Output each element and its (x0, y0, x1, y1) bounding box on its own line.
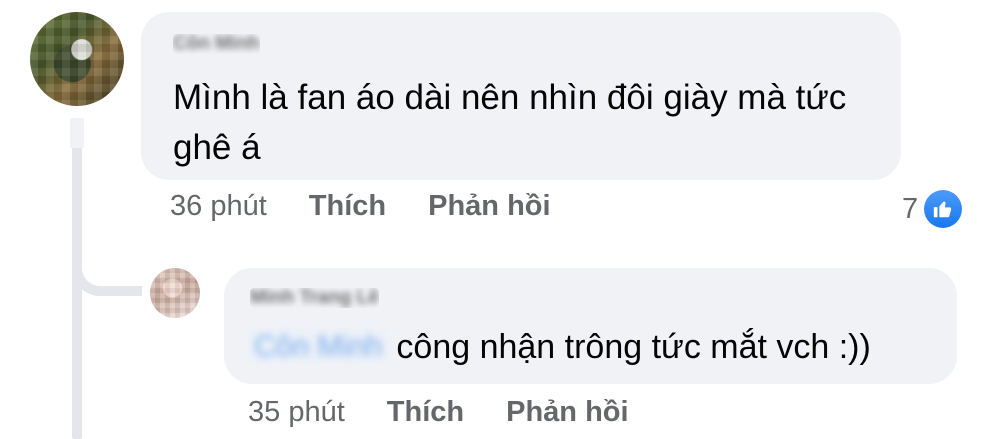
reaction-summary[interactable]: 7 (902, 190, 963, 228)
comment-bubble: Côn Minh Mình là fan áo dài nên nhìn đôi… (141, 12, 901, 180)
reply-connector-curve (72, 240, 142, 296)
comment-text: Mình là fan áo dài nên nhìn đôi giày mà … (173, 78, 847, 167)
mention-tag[interactable]: Côn Minh (250, 330, 387, 364)
comment-thread: Côn Minh Mình là fan áo dài nên nhìn đôi… (0, 0, 1000, 439)
avatar[interactable] (30, 12, 124, 106)
like-button[interactable]: Thích (387, 396, 464, 429)
reply-actions: 35 phút Thích Phản hồi (248, 396, 671, 429)
mention-text: Côn Minh (250, 330, 387, 363)
avatar-pixelation (30, 12, 124, 106)
thumbs-up-icon (933, 201, 952, 218)
reply-text: công nhận trông tức mắt vch :)) (396, 328, 871, 366)
comment-actions: 36 phút Thích Phản hồi (170, 190, 593, 223)
reply-timestamp[interactable]: 35 phút (248, 396, 345, 429)
reply-bubble: Minh Trang Lê Côn Minh công nhận trông t… (224, 268, 957, 384)
reply-author-name[interactable]: Minh Trang Lê (250, 288, 379, 308)
reply-button[interactable]: Phản hồi (428, 190, 550, 223)
like-icon (924, 190, 963, 228)
avatar[interactable] (150, 268, 200, 318)
comment-timestamp[interactable]: 36 phút (170, 190, 267, 223)
thread-connector-cap (70, 118, 84, 148)
reply-content: Côn Minh công nhận trông tức mắt vch :)) (250, 325, 931, 369)
reaction-count: 7 (902, 192, 919, 225)
like-button[interactable]: Thích (309, 190, 386, 223)
comment-author-name[interactable]: Côn Minh (173, 34, 260, 54)
reply-button[interactable]: Phản hồi (506, 396, 628, 429)
avatar-pixelation (150, 268, 200, 318)
reply-author-name-text: Minh Trang Lê (250, 288, 379, 308)
comment-author-name-text: Côn Minh (173, 34, 260, 54)
